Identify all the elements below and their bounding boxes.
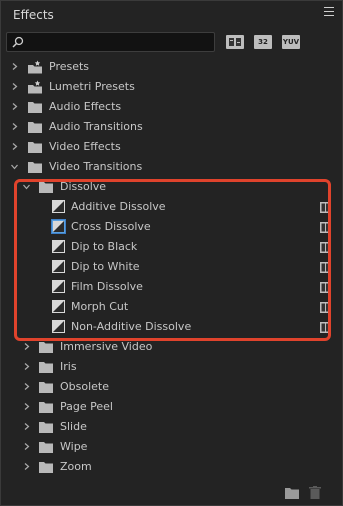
- tree-item-label: Wipe: [60, 440, 88, 453]
- new-bin-icon[interactable]: [285, 488, 299, 499]
- accelerated-badge-icon: [320, 222, 331, 233]
- transition-icon: [52, 280, 65, 293]
- panel-title: Effects: [13, 8, 54, 22]
- transition-icon: [52, 260, 65, 273]
- tree-item-lumetri-presets[interactable]: Lumetri Presets: [1, 77, 342, 97]
- chevron-right-icon[interactable]: [11, 83, 18, 90]
- transition-icon: [52, 200, 65, 213]
- effect-item-additive-dissolve[interactable]: Additive Dissolve: [1, 197, 342, 217]
- accelerated-badge-icon: [320, 282, 331, 293]
- effect-item-cross-dissolve[interactable]: Cross Dissolve: [1, 217, 342, 237]
- accelerated-icon: [227, 36, 243, 48]
- tree-item-label: Audio Effects: [49, 100, 122, 113]
- tree-item-label: Video Effects: [49, 140, 121, 153]
- accelerated-badge-icon: [320, 242, 331, 253]
- tree-item-label: Page Peel: [60, 400, 113, 413]
- folder-icon: [39, 422, 53, 433]
- accelerated-effects-filter-button[interactable]: [226, 35, 244, 49]
- chevron-right-icon[interactable]: [23, 343, 30, 350]
- tree-item-presets[interactable]: Presets: [1, 57, 342, 77]
- chevron-right-icon[interactable]: [11, 143, 18, 150]
- folder-icon: [28, 162, 42, 173]
- chevron-right-icon[interactable]: [23, 463, 30, 470]
- chevron-down-icon[interactable]: [11, 163, 18, 170]
- folder-icon: [28, 122, 42, 133]
- chevron-right-icon[interactable]: [23, 383, 30, 390]
- yuv-filter-button[interactable]: YUV: [282, 35, 300, 49]
- chevron-right-icon[interactable]: [23, 423, 30, 430]
- folder-icon: [28, 102, 42, 113]
- preset-folder-icon: [28, 60, 42, 74]
- tree-item-immersive-video[interactable]: Immersive Video: [1, 337, 342, 357]
- search-icon: [12, 36, 24, 48]
- effect-label: Dip to Black: [71, 240, 138, 253]
- chevron-right-icon[interactable]: [11, 63, 18, 70]
- chevron-right-icon[interactable]: [23, 443, 30, 450]
- effect-label: Additive Dissolve: [71, 200, 166, 213]
- tree-item-iris[interactable]: Iris: [1, 357, 342, 377]
- search-box[interactable]: [6, 32, 215, 52]
- tree-item-label: Iris: [60, 360, 77, 373]
- accelerated-badge-icon: [320, 322, 331, 333]
- tree-item-page-peel[interactable]: Page Peel: [1, 397, 342, 417]
- tree-item-label: Video Transitions: [49, 160, 143, 173]
- search-input[interactable]: [27, 34, 211, 52]
- effect-label: Film Dissolve: [71, 280, 143, 293]
- tree-item-label: Obsolete: [60, 380, 110, 393]
- tree-item-label: Immersive Video: [60, 340, 153, 353]
- tree-item-obsolete[interactable]: Obsolete: [1, 377, 342, 397]
- folder-icon: [39, 442, 53, 453]
- folder-icon: [39, 402, 53, 413]
- chevron-right-icon[interactable]: [11, 123, 18, 130]
- folder-icon: [39, 342, 53, 353]
- tree-item-slide[interactable]: Slide: [1, 417, 342, 437]
- folder-icon: [39, 182, 53, 193]
- panel-header: Effects: [1, 1, 342, 29]
- accelerated-badge-icon: [320, 262, 331, 273]
- effect-item-film-dissolve[interactable]: Film Dissolve: [1, 277, 342, 297]
- folder-icon: [39, 462, 53, 473]
- tree-item-label: Audio Transitions: [49, 120, 143, 133]
- tree-item-dissolve[interactable]: Dissolve: [1, 177, 342, 197]
- tree-item-zoom[interactable]: Zoom: [1, 457, 342, 477]
- trash-icon[interactable]: [309, 486, 321, 499]
- transition-icon: [52, 320, 65, 333]
- effects-tree: Presets Lumetri Presets Audio Effects Au…: [1, 57, 342, 477]
- tree-item-label: Dissolve: [60, 180, 107, 193]
- effect-item-dip-to-white[interactable]: Dip to White: [1, 257, 342, 277]
- folder-icon: [39, 382, 53, 393]
- effect-item-morph-cut[interactable]: Morph Cut: [1, 297, 342, 317]
- effect-label: Cross Dissolve: [71, 220, 151, 233]
- transition-icon: [51, 219, 66, 234]
- folder-icon: [28, 142, 42, 153]
- preset-folder-icon: [28, 80, 42, 94]
- chevron-right-icon[interactable]: [23, 363, 30, 370]
- tree-item-label: Presets: [49, 60, 90, 73]
- folder-icon: [39, 362, 53, 373]
- effect-item-dip-to-black[interactable]: Dip to Black: [1, 237, 342, 257]
- transition-icon: [52, 300, 65, 313]
- effect-label: Morph Cut: [71, 300, 129, 313]
- effect-label: Non-Additive Dissolve: [71, 320, 192, 333]
- tree-item-audio-effects[interactable]: Audio Effects: [1, 97, 342, 117]
- tree-item-label: Slide: [60, 420, 87, 433]
- panel-menu-icon[interactable]: [324, 7, 334, 17]
- chevron-right-icon[interactable]: [23, 403, 30, 410]
- tree-item-label: Zoom: [60, 460, 92, 473]
- 32-bit-filter-button[interactable]: 32: [254, 35, 272, 49]
- accelerated-badge-icon: [320, 202, 331, 213]
- effect-label: Dip to White: [71, 260, 140, 273]
- tree-item-video-effects[interactable]: Video Effects: [1, 137, 342, 157]
- effects-panel: Effects 32 YUV Presets Lumetri Presets A…: [0, 0, 343, 506]
- chevron-down-icon[interactable]: [23, 183, 30, 190]
- tree-item-label: Lumetri Presets: [49, 80, 135, 93]
- chevron-right-icon[interactable]: [11, 103, 18, 110]
- tree-item-video-transitions[interactable]: Video Transitions: [1, 157, 342, 177]
- tree-item-wipe[interactable]: Wipe: [1, 437, 342, 457]
- tree-item-audio-transitions[interactable]: Audio Transitions: [1, 117, 342, 137]
- transition-icon: [52, 240, 65, 253]
- accelerated-badge-icon: [320, 302, 331, 313]
- effect-item-non-additive-dissolve[interactable]: Non-Additive Dissolve: [1, 317, 342, 337]
